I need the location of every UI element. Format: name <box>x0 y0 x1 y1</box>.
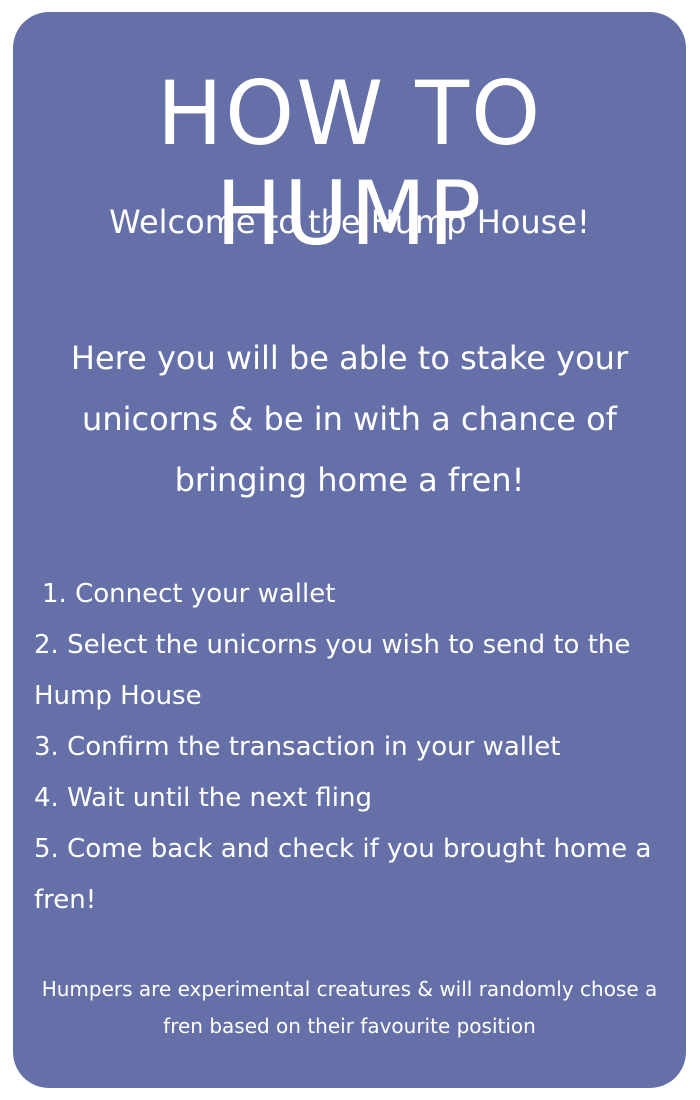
footnote-text: Humpers are experimental creatures & wil… <box>41 977 658 1038</box>
intro-text: Here you will be able to stake your unic… <box>70 339 629 499</box>
step-item: 5. Come back and check if you brought ho… <box>34 834 652 915</box>
step-item: 2. Select the unicorns you wish to send … <box>34 630 631 711</box>
steps-list: 1. Connect your wallet 2. Select the uni… <box>34 569 684 926</box>
how-to-hump-card: HOW TO HUMP Welcome to the Hump House! H… <box>13 12 686 1088</box>
step-item: 4. Wait until the next fling <box>34 783 372 813</box>
step-item: 1. Connect your wallet <box>42 579 336 609</box>
step-item: 3. Confirm the transaction in your walle… <box>34 732 561 762</box>
welcome-message: Welcome to the Hump House! <box>109 203 590 241</box>
